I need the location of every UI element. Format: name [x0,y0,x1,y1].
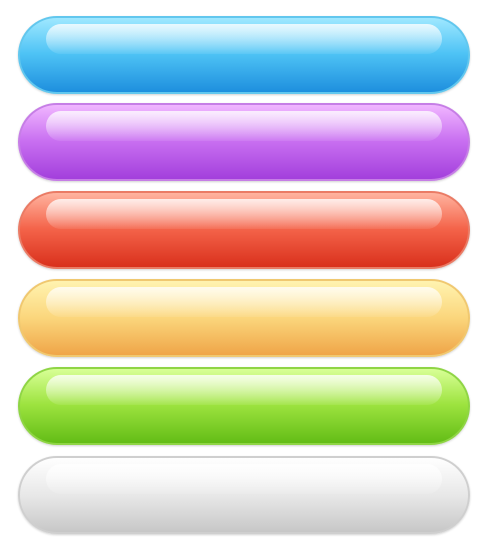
button-label [20,458,468,532]
green-pill-button[interactable] [18,367,470,445]
button-label [20,18,468,92]
purple-pill-button[interactable] [18,103,470,181]
button-label [20,281,468,355]
gray-pill-button[interactable] [18,456,470,534]
button-label [20,105,468,179]
blue-pill-button[interactable] [18,16,470,94]
yellow-pill-button[interactable] [18,279,470,357]
button-label [20,369,468,443]
red-pill-button[interactable] [18,191,470,269]
button-label [20,193,468,267]
pill-button-stack [0,0,486,549]
